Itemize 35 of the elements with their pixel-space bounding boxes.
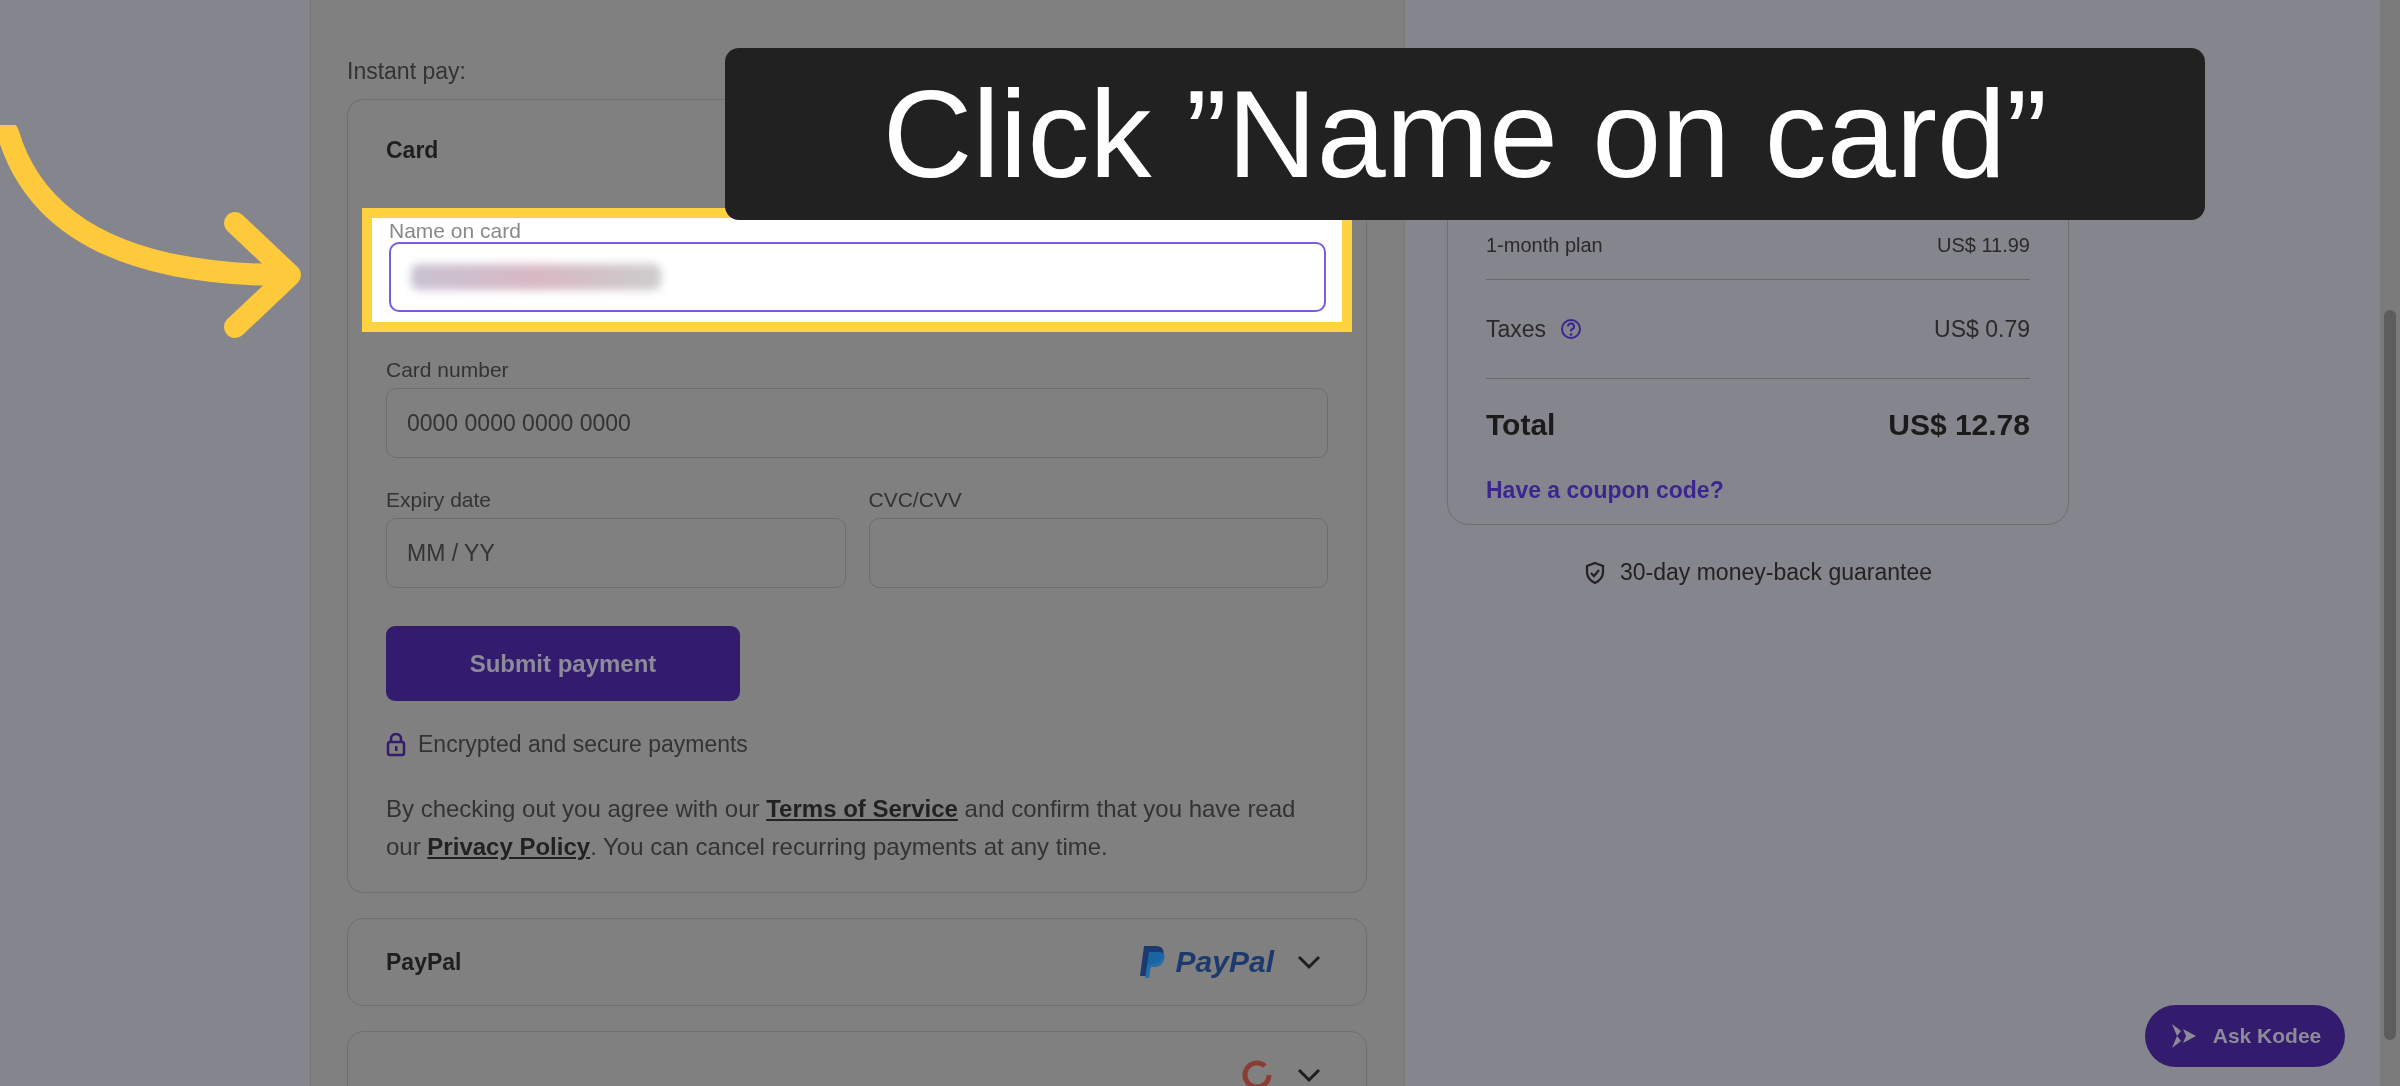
field-label: Card number bbox=[386, 358, 509, 382]
secure-payments-note: Encrypted and secure payments bbox=[418, 731, 748, 758]
chevron-icon[interactable] bbox=[1296, 954, 1322, 970]
field-label: CVC/CVV bbox=[868, 488, 962, 512]
summary-line-amount: US$ 11.99 bbox=[1936, 233, 2030, 257]
scrollbar[interactable] bbox=[2380, 0, 2400, 1086]
coupon-code-link[interactable]: Have a coupon code? bbox=[1486, 477, 1724, 504]
total-amount: US$ 12.78 bbox=[1888, 408, 2030, 442]
chevron-icon[interactable] bbox=[1296, 1067, 1322, 1083]
guarantee-text: 30-day money-back guarantee bbox=[1620, 559, 1932, 586]
legal-link[interactable]: Privacy Policy bbox=[427, 833, 591, 860]
google-g-icon bbox=[1240, 1058, 1274, 1086]
submit-payment-button[interactable]: Submit payment bbox=[386, 626, 740, 701]
payment-method-name: PayPal bbox=[386, 948, 462, 976]
lock-icon bbox=[386, 732, 406, 757]
payment-method-row[interactable]: PayPal PayPal bbox=[347, 918, 1367, 1006]
legal-link[interactable]: Terms of Service bbox=[766, 795, 958, 822]
shield-check-icon bbox=[1584, 560, 1606, 585]
summary-line-label: 1-month plan bbox=[1486, 233, 1603, 257]
total-label: Total bbox=[1486, 408, 1556, 442]
card-number-field[interactable]: 0000 0000 0000 0000 bbox=[386, 388, 1328, 458]
ask-kodee-button[interactable]: Ask Kodee bbox=[2145, 1005, 2345, 1067]
card-method-title: Card bbox=[386, 136, 439, 164]
field-label: Name on card bbox=[389, 222, 521, 240]
legal-text: By checking out you agree with our Terms of Service and confirm that you have read our Privacy Policy. You can cancel recurring payments at any time. bbox=[386, 794, 1297, 862]
name-on-card-field[interactable] bbox=[389, 242, 1326, 312]
summary-line-amount: US$ 0.79 bbox=[1934, 315, 2030, 343]
paypal-p-icon bbox=[1137, 944, 1168, 980]
help-icon[interactable] bbox=[1560, 318, 1583, 340]
instruction-banner: Click ”Name on card” bbox=[725, 48, 2205, 220]
expiry-date-field[interactable]: MM / YY bbox=[386, 518, 846, 588]
instant-pay-label: Instant pay: bbox=[347, 58, 466, 85]
summary-line-label: Taxes bbox=[1486, 315, 1547, 343]
paypal-logo-text: PayPal bbox=[1175, 945, 1274, 979]
field-label: Expiry date bbox=[386, 488, 492, 512]
